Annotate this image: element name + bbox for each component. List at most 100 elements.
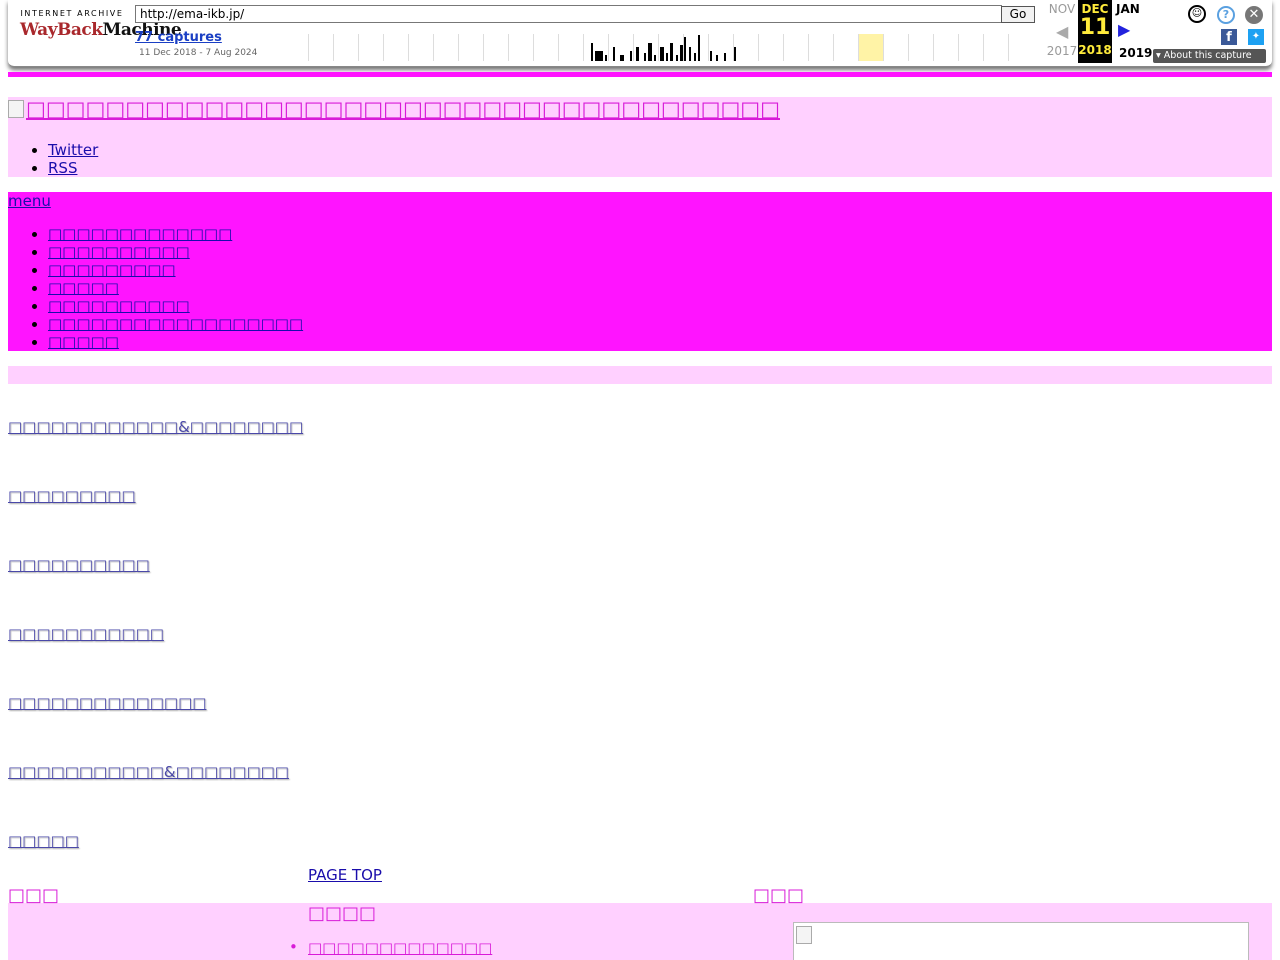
about-capture-button[interactable]: ▾ About this capture: [1153, 49, 1266, 63]
sparkline-year-column: [783, 34, 784, 61]
sparkline-year-column: [533, 34, 534, 61]
sparkline-bar: [605, 55, 607, 61]
category-link[interactable]: □□□□□□□□□□□: [8, 625, 164, 643]
sparkline-bar: [620, 55, 624, 61]
sparkline-year-column: [333, 34, 334, 61]
sparkline-year-column: [633, 34, 634, 61]
sparkline-year-column: [808, 34, 809, 61]
list-item: □□□□□□□□□□□□□: [48, 225, 303, 243]
sparkline-year-column: [983, 34, 984, 61]
wayback-logo[interactable]: INTERNET ARCHIVE WayBackMachine: [20, 9, 182, 49]
wayback-machine-wordmark: WayBackMachine: [20, 20, 182, 40]
content-divider-strip: [8, 366, 1272, 384]
internet-archive-label: INTERNET ARCHIVE: [20, 9, 124, 18]
broken-image-icon: [796, 926, 812, 944]
twitter-icon[interactable]: ✦: [1248, 29, 1264, 45]
footer-link[interactable]: □□□□□□□□□□□□□: [308, 939, 492, 957]
sparkline-bar: [670, 43, 673, 61]
go-button[interactable]: Go: [1001, 6, 1035, 23]
category-link[interactable]: □□□□□: [8, 832, 79, 850]
sparkline-bar: [710, 51, 712, 61]
category-link[interactable]: □□□□□□□□□: [8, 487, 136, 505]
nav-item[interactable]: □□□□□□□□□□□□□□□□□□: [48, 315, 303, 333]
prev-year-label: 2017: [1046, 44, 1078, 58]
current-capture-date: DEC 11 2018: [1078, 0, 1112, 63]
next-year-label: 2019: [1119, 46, 1153, 60]
nav-item[interactable]: □□□□□□□□□: [48, 261, 176, 279]
wayback-url-input[interactable]: http://ema-ikb.jp/: [135, 5, 1002, 23]
sparkline-year-column: [358, 34, 359, 61]
site-header: □□□□□□□□□□□□□□□□□□□□□□□□□□□□□□□□□□□□□□ T…: [8, 97, 1272, 177]
sparkline-bar: [654, 55, 656, 61]
next-month[interactable]: JAN ▶ 2019: [1116, 2, 1156, 60]
page-top-link[interactable]: PAGE TOP: [308, 866, 382, 884]
sparkline-bar: [591, 43, 593, 61]
sparkline-bar: [636, 47, 639, 61]
top-accent-bar: [8, 72, 1272, 77]
sparkline-bar: [630, 51, 632, 61]
capture-range: 11 Dec 2018 - 7 Aug 2024: [139, 48, 258, 58]
next-arrow-icon[interactable]: ▶: [1118, 20, 1130, 39]
sparkline-bar: [694, 53, 696, 61]
category-link[interactable]: □□□□□□□□□□□□□□: [8, 694, 206, 712]
social-links: Twitter RSS: [8, 141, 98, 177]
sparkline-current-year: [859, 34, 883, 61]
current-year: 2018: [1078, 43, 1112, 57]
nav-item[interactable]: □□□□□: [48, 333, 119, 351]
sparkline-year-column: [483, 34, 484, 61]
sparkline-year-column: [883, 34, 884, 61]
list-item: □□□□□□□□□□□□□: [289, 938, 492, 957]
wayback-toolbar: INTERNET ARCHIVE WayBackMachine http://e…: [8, 0, 1272, 67]
captures-link[interactable]: 77 captures: [135, 30, 222, 45]
sparkline-year-column: [1008, 34, 1009, 61]
broken-image-icon: [8, 100, 24, 118]
facebook-icon[interactable]: f: [1221, 29, 1237, 45]
list-item: □□□□□□□□□□: [48, 297, 303, 315]
sparkline-bar: [724, 53, 726, 61]
sparkline-bar: [680, 45, 683, 61]
prev-month[interactable]: NOV ◀ 2017: [1042, 2, 1082, 58]
list-item: □□□□□□□□□□: [48, 243, 303, 261]
nav-item[interactable]: □□□□□□□□□□: [48, 243, 190, 261]
sparkline-bar: [666, 53, 668, 61]
footer-list: □□□□□□□□□□□□□: [289, 938, 492, 957]
capture-sparkline[interactable]: [308, 34, 1033, 61]
sparkline-bar: [644, 53, 646, 61]
nav-item[interactable]: □□□□□□□□□□□□□: [48, 225, 232, 243]
category-link[interactable]: □□□□□□□□□□: [8, 556, 150, 574]
list-item: □□□□□□□□□: [48, 261, 303, 279]
help-icon[interactable]: ?: [1217, 6, 1235, 24]
sparkline-year-column: [583, 34, 584, 61]
prev-arrow-icon[interactable]: ◀: [1056, 22, 1068, 41]
list-item: □□□□□: [48, 333, 303, 351]
prev-month-label: NOV: [1048, 2, 1076, 16]
category-link[interactable]: □□□□□□□□□□□□&□□□□□□□□: [8, 418, 303, 436]
sparkline-bar: [734, 47, 736, 61]
sparkline-year-column: [308, 34, 309, 61]
footer-image: [793, 922, 1249, 960]
sparkline-bar: [716, 55, 718, 61]
nav-list: □□□□□□□□□□□□□ □□□□□□□□□□ □□□□□□□□□ □□□□□…: [8, 225, 303, 351]
sparkline-year-column: [383, 34, 384, 61]
sparkline-bar: [648, 43, 652, 61]
close-icon[interactable]: ✕: [1245, 6, 1263, 24]
list-item: RSS: [48, 159, 98, 177]
sparkline-year-column: [833, 34, 834, 61]
list-item: Twitter: [48, 141, 98, 159]
rss-link[interactable]: RSS: [48, 159, 77, 177]
twitter-link[interactable]: Twitter: [48, 141, 98, 159]
sparkline-year-column: [708, 34, 709, 61]
menu-toggle-link[interactable]: menu: [8, 192, 51, 210]
sparkline-bar: [684, 37, 686, 61]
user-icon[interactable]: ☺: [1188, 5, 1206, 23]
sparkline-bar: [689, 47, 691, 61]
category-link[interactable]: □□□□□□□□□□□&□□□□□□□□: [8, 763, 289, 781]
list-item: □□□□□□□□□□□□□□□□□□: [48, 315, 303, 333]
sparkline-year-column: [433, 34, 434, 61]
sparkline-year-column: [408, 34, 409, 61]
nav-item[interactable]: □□□□□: [48, 279, 119, 297]
site-logo-link[interactable]: □□□□□□□□□□□□□□□□□□□□□□□□□□□□□□□□□□□□□□: [8, 97, 780, 121]
nav-item[interactable]: □□□□□□□□□□: [48, 297, 190, 315]
sparkline-year-column: [558, 34, 559, 61]
sparkline-bar: [613, 47, 615, 61]
